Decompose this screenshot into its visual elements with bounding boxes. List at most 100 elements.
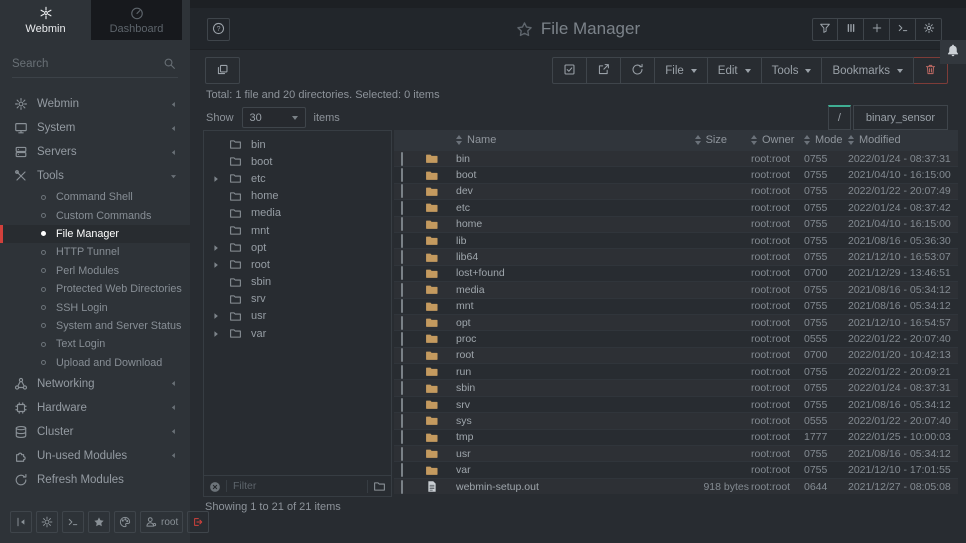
caret-right-icon[interactable] — [211, 243, 221, 253]
refresh-button[interactable] — [621, 57, 655, 84]
cell-name[interactable]: dev — [456, 185, 655, 197]
user-button[interactable]: root — [140, 511, 183, 533]
table-row[interactable]: runroot:root07552022/01/22 - 20:09:21 — [394, 363, 958, 379]
sidebar-item-system-and-server-status[interactable]: System and Server Status — [0, 317, 190, 335]
table-row[interactable]: etcroot:root07552022/01/24 - 08:37:42 — [394, 199, 958, 215]
tree-item-bin[interactable]: bin — [204, 136, 391, 153]
page-size-select[interactable]: 30 — [242, 107, 306, 128]
clear-filter-icon[interactable] — [209, 480, 221, 492]
select-all-button[interactable] — [552, 57, 587, 84]
sidebar-item-custom-commands[interactable]: Custom Commands — [0, 206, 190, 224]
theme-palette-button[interactable] — [114, 511, 136, 533]
menu-file[interactable]: File — [655, 57, 708, 84]
notifications-bell[interactable] — [940, 40, 966, 64]
menu-edit[interactable]: Edit — [708, 57, 762, 84]
table-row[interactable]: mntroot:root07552021/08/16 - 05:34:12 — [394, 298, 958, 314]
cell-name[interactable]: home — [456, 218, 655, 230]
cell-name[interactable]: opt — [456, 317, 655, 329]
cell-name[interactable]: media — [456, 284, 655, 296]
table-row[interactable]: binroot:root07552022/01/24 - 08:37:31 — [394, 150, 958, 166]
breadcrumb-root[interactable]: / — [828, 105, 851, 130]
tree-item-root[interactable]: root — [204, 256, 391, 273]
tree-item-boot[interactable]: boot — [204, 153, 391, 170]
tree-item-usr[interactable]: usr — [204, 308, 391, 325]
tree-item-opt[interactable]: opt — [204, 239, 391, 256]
caret-right-icon[interactable] — [211, 311, 221, 321]
table-row[interactable]: homeroot:root07552021/04/10 - 16:15:00 — [394, 216, 958, 232]
cell-name[interactable]: lib — [456, 235, 655, 247]
sidebar-category-un-used-modules[interactable]: Un-used Modules — [0, 444, 190, 468]
folder-select-icon[interactable] — [373, 480, 386, 493]
row-checkbox[interactable] — [401, 250, 403, 264]
sidebar-item-text-login[interactable]: Text Login — [0, 335, 190, 353]
cell-name[interactable]: run — [456, 366, 655, 378]
column-header-name[interactable]: Name — [456, 134, 655, 146]
help-button[interactable]: ? — [207, 18, 230, 41]
sidebar-item-protected-web-directories[interactable]: Protected Web Directories — [0, 280, 190, 298]
tab-dashboard[interactable]: Dashboard — [91, 0, 182, 40]
row-checkbox[interactable] — [401, 217, 403, 231]
filter-button[interactable] — [812, 18, 838, 41]
row-checkbox[interactable] — [401, 332, 403, 346]
cell-name[interactable]: lib64 — [456, 251, 655, 263]
row-checkbox[interactable] — [401, 152, 403, 166]
sort-icon[interactable] — [804, 135, 810, 145]
row-checkbox[interactable] — [401, 414, 403, 428]
table-row[interactable]: lib64root:root07552021/12/10 - 16:53:07 — [394, 248, 958, 264]
menu-bookmarks[interactable]: Bookmarks — [822, 57, 914, 84]
table-row[interactable]: tmproot:root17772022/01/25 - 10:00:03 — [394, 429, 958, 445]
column-header-size[interactable]: Size — [655, 134, 751, 146]
caret-right-icon[interactable] — [211, 260, 221, 270]
row-checkbox[interactable] — [401, 348, 403, 362]
column-header-mode[interactable]: Mode — [804, 134, 848, 146]
table-row[interactable]: sbinroot:root07552022/01/24 - 08:37:31 — [394, 379, 958, 395]
tree-item-home[interactable]: home — [204, 188, 391, 205]
tree-item-etc[interactable]: etc — [204, 170, 391, 187]
favorites-button[interactable] — [88, 511, 110, 533]
export-button[interactable] — [587, 57, 621, 84]
sidebar-item-ssh-login[interactable]: SSH Login — [0, 298, 190, 316]
row-checkbox[interactable] — [401, 234, 403, 248]
sidebar-item-upload-and-download[interactable]: Upload and Download — [0, 354, 190, 372]
sidebar-category-hardware[interactable]: Hardware — [0, 396, 190, 420]
cell-name[interactable]: webmin-setup.out — [456, 481, 655, 493]
table-row[interactable]: optroot:root07552021/12/10 - 16:54:57 — [394, 314, 958, 330]
table-row[interactable]: usrroot:root07552021/08/16 - 05:34:12 — [394, 445, 958, 461]
cell-name[interactable]: proc — [456, 333, 655, 345]
table-row[interactable]: bootroot:root07552021/04/10 - 16:15:00 — [394, 166, 958, 182]
table-row[interactable]: rootroot:root07002022/01/20 - 10:42:13 — [394, 347, 958, 363]
sort-icon[interactable] — [848, 135, 854, 145]
sidebar-item-http-tunnel[interactable]: HTTP Tunnel — [0, 243, 190, 261]
sort-icon[interactable] — [456, 135, 462, 145]
cell-name[interactable]: etc — [456, 202, 655, 214]
sidebar-category-tools[interactable]: Tools — [0, 164, 190, 188]
row-checkbox[interactable] — [401, 299, 403, 313]
sidebar-item-file-manager[interactable]: File Manager — [0, 225, 190, 243]
terminal-button[interactable] — [890, 18, 916, 41]
cell-name[interactable]: root — [456, 349, 655, 361]
tab-webmin[interactable]: Webmin — [0, 0, 91, 40]
caret-right-icon[interactable] — [211, 329, 221, 339]
table-row[interactable]: webmin-setup.out918 bytesroot:root064420… — [394, 478, 958, 494]
sidebar-category-webmin[interactable]: Webmin — [0, 92, 190, 116]
table-row[interactable]: lost+foundroot:root07002021/12/29 - 13:4… — [394, 265, 958, 281]
cell-name[interactable]: mnt — [456, 300, 655, 312]
table-row[interactable]: procroot:root05552022/01/22 - 20:07:40 — [394, 330, 958, 346]
logout-button[interactable] — [187, 511, 209, 533]
tree-filter-input[interactable] — [226, 480, 362, 492]
table-row[interactable]: libroot:root07552021/08/16 - 05:36:30 — [394, 232, 958, 248]
sidebar-category-cluster[interactable]: Cluster — [0, 420, 190, 444]
row-checkbox[interactable] — [401, 430, 403, 444]
cell-name[interactable]: bin — [456, 153, 655, 165]
row-checkbox[interactable] — [401, 480, 403, 494]
tree-item-sbin[interactable]: sbin — [204, 274, 391, 291]
tree-item-mnt[interactable]: mnt — [204, 222, 391, 239]
cell-name[interactable]: srv — [456, 399, 655, 411]
cell-name[interactable]: boot — [456, 169, 655, 181]
search-input[interactable] — [12, 56, 162, 72]
cell-name[interactable]: sbin — [456, 382, 655, 394]
menu-tools[interactable]: Tools — [762, 57, 823, 84]
sidebar-category-refresh-modules[interactable]: Refresh Modules — [0, 468, 190, 492]
tree-item-media[interactable]: media — [204, 205, 391, 222]
copy-path-button[interactable] — [205, 57, 240, 84]
